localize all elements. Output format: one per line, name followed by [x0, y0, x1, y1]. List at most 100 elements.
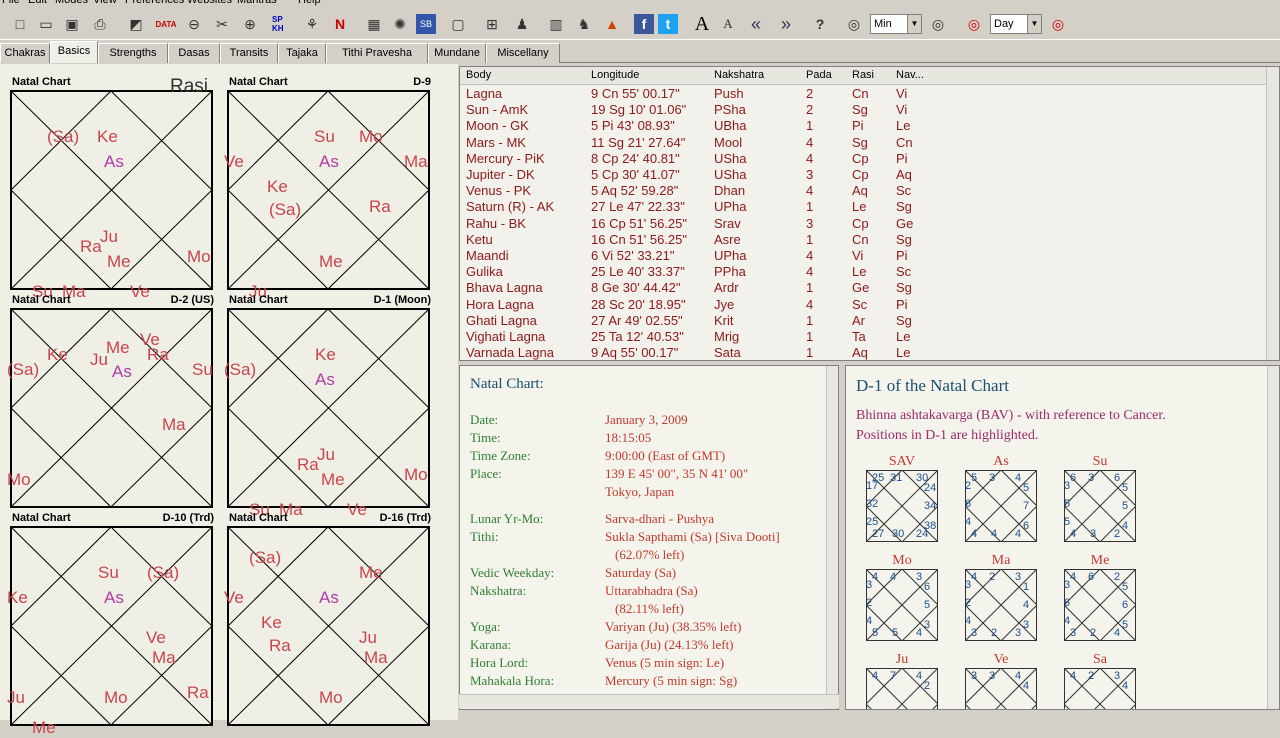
- natal-chart-1[interactable]: Natal Chart (Sa) Ke As Ju Ra Me Mo Su Ma Ve: [0, 68, 218, 301]
- facebook-icon[interactable]: f: [634, 14, 654, 34]
- search-minus-icon[interactable]: ⊖: [182, 12, 206, 36]
- step-unit-select[interactable]: Day ▼: [990, 14, 1042, 34]
- print-icon[interactable]: ⎙: [88, 12, 112, 36]
- column-header[interactable]: Nakshatra: [714, 69, 764, 81]
- time-back-icon[interactable]: ◎: [842, 12, 866, 36]
- bav-grid[interactable]: Me 4 6 2 5 6 5 4 2 3 4 6 3: [1064, 553, 1136, 641]
- new-file-icon[interactable]: □: [8, 12, 32, 36]
- table-row[interactable]: Rahu - BK 16 Cp 51' 56.25" Srav 3 Cp Ge: [460, 216, 1268, 232]
- time-forward-icon[interactable]: ◎: [926, 12, 950, 36]
- chart-icon[interactable]: ◩: [124, 12, 148, 36]
- table-cell: 1: [806, 199, 814, 215]
- menu-mantras[interactable]: Mantras: [237, 0, 277, 6]
- bav-grid[interactable]: Su 6 3 6 5 5 4 2 3 4 5 5 3: [1064, 454, 1136, 542]
- font-larger-icon[interactable]: A: [690, 12, 714, 36]
- font-smaller-icon[interactable]: A: [716, 12, 740, 36]
- book-icon[interactable]: ▥: [544, 12, 568, 36]
- karaka-icon[interactable]: ⚘: [300, 12, 324, 36]
- table-row[interactable]: Maandi 6 Vi 52' 33.21" UPha 4 Vi Pi: [460, 248, 1268, 264]
- forward-icon[interactable]: »: [774, 12, 798, 36]
- table-row[interactable]: Mercury - PiK 8 Cp 24' 40.81" USha 4 Cp Pi: [460, 151, 1268, 167]
- bav-value: 5: [1122, 619, 1129, 631]
- column-header[interactable]: Pada: [806, 69, 832, 81]
- tab-chakras[interactable]: Chakras: [0, 43, 50, 63]
- menu-view[interactable]: View: [93, 0, 117, 6]
- table-row[interactable]: Moon - GK 5 Pi 43' 08.93" UBha 1 Pi Le: [460, 118, 1268, 134]
- sun-icon[interactable]: ✺: [388, 12, 412, 36]
- natal-chart-2[interactable]: Natal Chart D-9 Su Mo As Ma Ve Ke (Sa) Ra Me Ju: [217, 68, 435, 301]
- table-scrollbar[interactable]: [1266, 67, 1279, 360]
- table-row[interactable]: Sun - AmK 19 Sg 10' 01.06" PSha 2 Sg Vi: [460, 102, 1268, 118]
- tab-transits[interactable]: Transits: [220, 43, 278, 63]
- table-row[interactable]: Gulika 25 Le 40' 33.37" PPha 4 Le Sc: [460, 264, 1268, 280]
- details-scrollbar[interactable]: [826, 366, 838, 709]
- table-row[interactable]: Hora Lagna 28 Sc 20' 18.95" Jye 4 Sc Pi: [460, 297, 1268, 313]
- column-header[interactable]: Longitude: [591, 69, 639, 81]
- table-cell: UPha: [714, 248, 747, 263]
- table-row[interactable]: Mars - MK 11 Sg 21' 27.64" Mool 4 Sg Cn: [460, 135, 1268, 151]
- people-icon[interactable]: ♟: [510, 12, 534, 36]
- n-icon[interactable]: N: [328, 12, 352, 36]
- table-cell: Moon - GK: [466, 118, 529, 134]
- table-row[interactable]: Saturn (R) - AK 27 Le 47' 22.33" UPha 1 Le Sg: [460, 199, 1268, 215]
- save-icon[interactable]: ▣: [60, 12, 84, 36]
- menu-websites[interactable]: Websites: [187, 0, 232, 6]
- twitter-icon[interactable]: t: [658, 14, 678, 34]
- menu-file[interactable]: File: [2, 0, 20, 6]
- bav-grid-label: As: [993, 454, 1009, 469]
- time-forward2-icon[interactable]: ◎: [1046, 12, 1070, 36]
- frame-icon[interactable]: ▢: [446, 12, 470, 36]
- menu-modes[interactable]: Modes: [55, 0, 88, 6]
- table-row[interactable]: Lagna 9 Cn 55' 00.17" Push 2 Cn Vi: [460, 86, 1268, 102]
- tab-tithi-pravesha[interactable]: Tithi Pravesha: [326, 43, 428, 63]
- column-header[interactable]: Body: [466, 69, 491, 81]
- menu-preferences[interactable]: Preferences: [125, 0, 184, 6]
- data-icon[interactable]: DATA: [154, 12, 178, 36]
- tab-dasas[interactable]: Dasas: [168, 43, 220, 63]
- globe-icon[interactable]: ⊕: [238, 12, 262, 36]
- natal-chart-6[interactable]: Natal Chart D-16 (Trd) (Sa) Me As Ve Ke Ra Ju Ma M…: [217, 504, 435, 726]
- bav-scrollbar[interactable]: [1267, 366, 1279, 709]
- tab-basics[interactable]: Basics: [50, 41, 98, 63]
- open-folder-icon[interactable]: ▭: [34, 12, 58, 36]
- tab-miscellany[interactable]: Miscellany: [486, 43, 560, 63]
- figure-icon[interactable]: ♞: [572, 12, 596, 36]
- table-row[interactable]: Venus - PK 5 Aq 52' 59.28" Dhan 4 Aq Sc: [460, 183, 1268, 199]
- bav-grid[interactable]: Sa 4 2 3 4: [1064, 652, 1136, 709]
- table-row[interactable]: Ghati Lagna 27 Ar 49' 02.55" Krit 1 Ar Sg: [460, 313, 1268, 329]
- cut-icon[interactable]: ✂: [210, 12, 234, 36]
- menu-help[interactable]: Help: [298, 0, 321, 6]
- menu-edit[interactable]: Edit: [28, 0, 47, 6]
- natal-chart-3[interactable]: Natal Chart D-2 (US) Ke Ve Ju Me As Ra (Sa) Su Ma M…: [0, 286, 218, 508]
- fire-icon[interactable]: ▲: [600, 12, 624, 36]
- grid-icon[interactable]: ▦: [362, 12, 386, 36]
- time-unit-select[interactable]: Min ▼: [870, 14, 922, 34]
- details-hscrollbar[interactable]: [459, 694, 839, 708]
- bav-grid[interactable]: Mo 4 4 3 6 5 3 4 5 5 4 2 3: [866, 553, 938, 641]
- bav-grid[interactable]: SAV 25 31 30 24 34 38 24 30 27 25 32 17: [866, 454, 938, 542]
- sb-icon[interactable]: SB: [416, 14, 436, 34]
- column-header[interactable]: Nav...: [896, 69, 924, 81]
- hex-grid-icon[interactable]: ⊞: [480, 12, 504, 36]
- table-row[interactable]: Varnada Lagna 9 Aq 55' 00.17" Sata 1 Aq Le: [460, 345, 1268, 361]
- natal-chart-5[interactable]: Natal Chart D-10 (Trd) Su (Sa) As Ke Ve Ma Mo Ra J…: [0, 504, 218, 737]
- column-header[interactable]: Rasi: [852, 69, 874, 81]
- tab-strengths[interactable]: Strengths: [98, 43, 168, 63]
- table-row[interactable]: Ketu 16 Cn 51' 56.25" Asre 1 Cn Sg: [460, 232, 1268, 248]
- table-cell: Mars - MK: [466, 134, 526, 150]
- rewind-icon[interactable]: «: [744, 12, 768, 36]
- table-row[interactable]: Bhava Lagna 8 Ge 30' 44.42" Ardr 1 Ge Sg: [460, 280, 1268, 296]
- spkh-icon[interactable]: SP KH: [272, 12, 296, 36]
- natal-chart-4[interactable]: Natal Chart D-1 (Moon) Ke As (Sa) Ju Ra Me Mo Su M…: [217, 286, 435, 519]
- tab-mundane[interactable]: Mundane: [428, 43, 486, 63]
- bav-grid[interactable]: Ve 3 3 4 4: [965, 652, 1037, 709]
- time-back2-icon[interactable]: ◎: [962, 12, 986, 36]
- table-row[interactable]: Jupiter - DK 5 Cp 30' 41.07" USha 3 Cp Aq: [460, 167, 1268, 183]
- bav-grid[interactable]: Ju 4 7 4 2: [866, 652, 938, 709]
- bav-value: 4: [1015, 472, 1022, 484]
- tab-tajaka[interactable]: Tajaka: [278, 43, 326, 63]
- bav-grid[interactable]: As 5 3 4 5 7 6 4 4 4 4 6 2: [965, 454, 1037, 542]
- help-icon[interactable]: ?: [808, 12, 832, 36]
- table-row[interactable]: Vighati Lagna 25 Ta 12' 40.53" Mrig 1 Ta Le: [460, 329, 1268, 345]
- bav-grid[interactable]: Ma 4 2 3 1 4 3 3 2 3 4 2 3: [965, 553, 1037, 641]
